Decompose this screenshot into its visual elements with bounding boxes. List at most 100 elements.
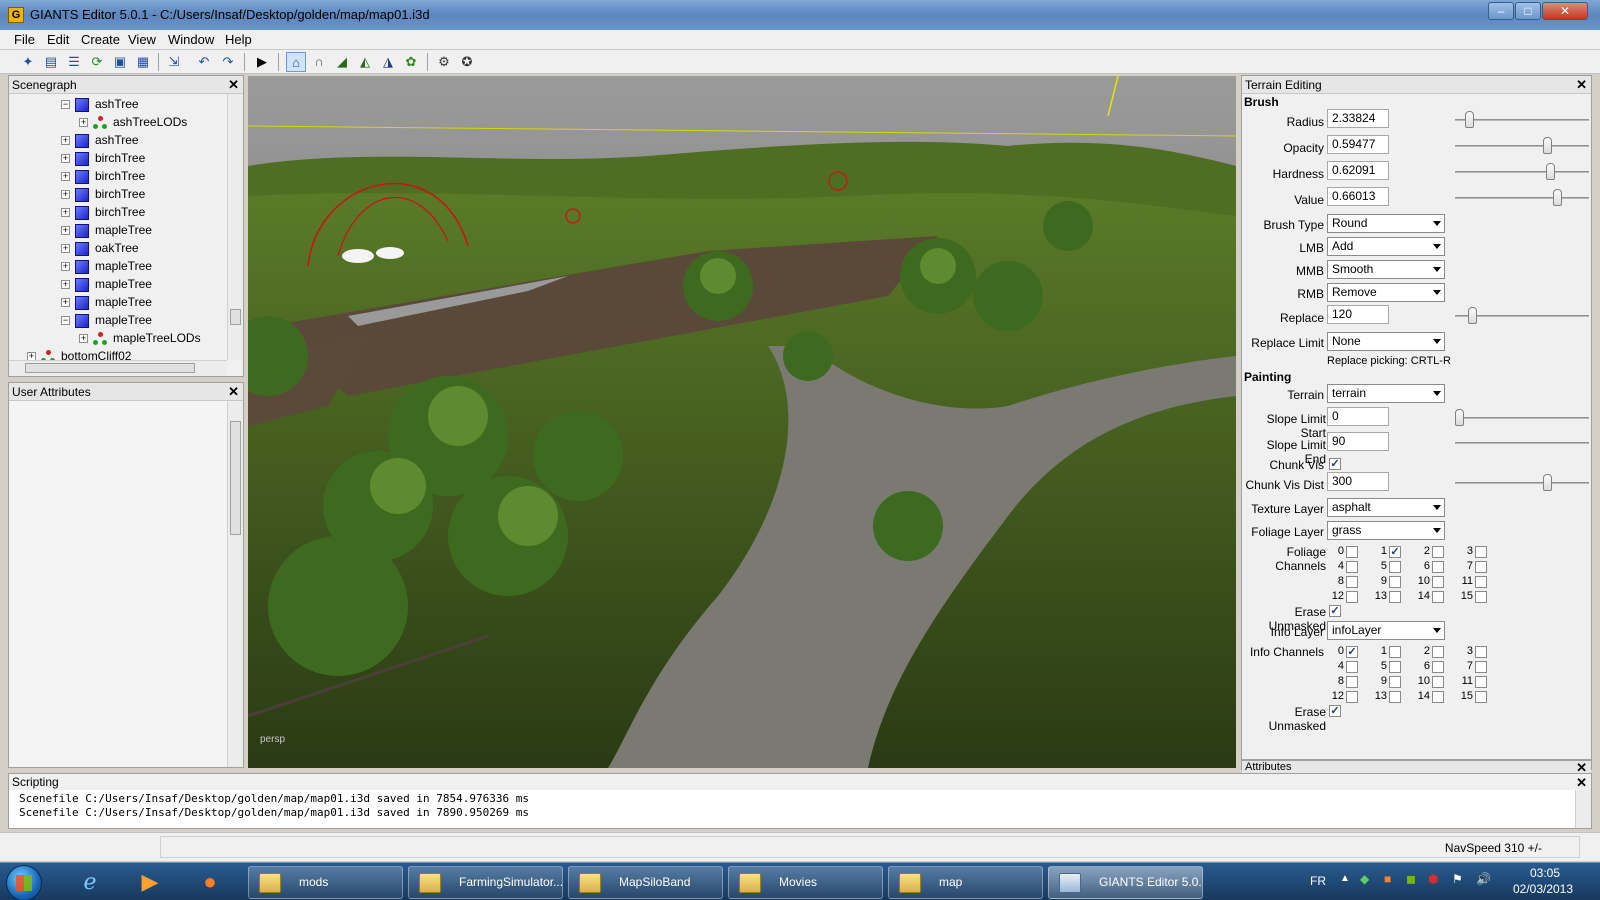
- collapse-icon[interactable]: −: [61, 316, 70, 326]
- 3d-viewport[interactable]: persp: [248, 76, 1236, 768]
- texture-layer-select[interactable]: asphalt: [1327, 498, 1445, 517]
- gear-settings-icon[interactable]: ✪: [457, 52, 477, 72]
- foliage-layer-select[interactable]: grass: [1327, 521, 1445, 540]
- scenegraph-item[interactable]: + birchTree: [61, 149, 145, 167]
- erase-unmasked2-checkbox[interactable]: ✓: [1329, 705, 1341, 717]
- info-channel-checkbox[interactable]: [1389, 661, 1401, 673]
- foliage-channel-checkbox[interactable]: [1432, 546, 1444, 558]
- media-player-icon[interactable]: ▶: [132, 866, 168, 898]
- tray-expand-icon[interactable]: ▲: [1340, 873, 1350, 884]
- antivirus-icon[interactable]: ⬢: [1428, 872, 1438, 886]
- redo-icon[interactable]: ↷: [218, 52, 238, 72]
- slope-end-input[interactable]: 90: [1327, 432, 1389, 451]
- info-channel-checkbox[interactable]: [1432, 691, 1444, 703]
- scenegraph-hscrollbar[interactable]: [9, 360, 227, 376]
- scenegraph-vscrollbar[interactable]: [227, 94, 243, 360]
- firefox-icon[interactable]: ●: [192, 866, 228, 898]
- expand-icon[interactable]: +: [79, 118, 88, 128]
- expand-icon[interactable]: +: [61, 280, 70, 290]
- slope-start-input[interactable]: 0: [1327, 407, 1389, 426]
- value-slider-track[interactable]: [1455, 197, 1589, 199]
- expand-icon[interactable]: +: [61, 172, 70, 182]
- scrollbar-thumb[interactable]: [230, 309, 241, 325]
- scenegraph-item[interactable]: + birchTree: [61, 203, 145, 221]
- menu-window[interactable]: Window: [168, 32, 214, 47]
- slope-end-slider-track[interactable]: [1455, 442, 1589, 444]
- foliage-channel-checkbox[interactable]: [1475, 576, 1487, 588]
- scenegraph-item[interactable]: + ashTreeLODs: [79, 113, 187, 131]
- info-channel-checkbox[interactable]: ✓: [1346, 646, 1358, 658]
- gear-icon[interactable]: ⚙: [434, 52, 454, 72]
- task-mods[interactable]: mods: [248, 866, 403, 899]
- collapse-icon[interactable]: −: [61, 100, 70, 110]
- network-icon[interactable]: ◆: [1360, 872, 1369, 886]
- menu-help[interactable]: Help: [225, 32, 252, 47]
- move-icon[interactable]: ∩: [309, 52, 329, 72]
- clock-date[interactable]: 02/03/2013: [1508, 882, 1578, 896]
- expand-icon[interactable]: +: [61, 136, 70, 146]
- expand-icon[interactable]: +: [61, 262, 70, 272]
- info-channel-checkbox[interactable]: [1432, 661, 1444, 673]
- foliage-channel-checkbox[interactable]: [1475, 546, 1487, 558]
- opacity-slider-track[interactable]: [1455, 145, 1589, 147]
- hardness-input[interactable]: 0.62091: [1327, 161, 1389, 180]
- flag-icon[interactable]: ⚑: [1452, 872, 1463, 886]
- brush-type-select[interactable]: Round: [1327, 214, 1445, 233]
- close-icon[interactable]: ✕: [228, 77, 239, 93]
- scrollbar-thumb[interactable]: [25, 363, 195, 373]
- hardness-slider-thumb[interactable]: [1546, 163, 1556, 180]
- terrain-paint-icon[interactable]: ◭: [355, 52, 375, 72]
- scenegraph-item[interactable]: + mapleTree: [61, 293, 152, 311]
- foliage-channel-checkbox[interactable]: [1346, 546, 1358, 558]
- minimize-button[interactable]: –: [1488, 2, 1514, 20]
- foliage-channel-checkbox[interactable]: [1475, 561, 1487, 573]
- menu-file[interactable]: File: [14, 32, 35, 47]
- scenegraph-item[interactable]: + birchTree: [61, 167, 145, 185]
- scenegraph-item[interactable]: + mapleTree: [61, 257, 152, 275]
- radius-slider-thumb[interactable]: [1465, 111, 1474, 128]
- info-channel-checkbox[interactable]: [1389, 676, 1401, 688]
- chunk-vis-dist-slider-track[interactable]: [1455, 482, 1589, 484]
- close-icon[interactable]: ✕: [1576, 775, 1587, 791]
- task-map[interactable]: map: [888, 866, 1043, 899]
- scenegraph-item[interactable]: + mapleTreeLODs: [79, 329, 201, 347]
- expand-icon[interactable]: +: [79, 334, 88, 344]
- internet-explorer-icon[interactable]: ℯ: [72, 866, 108, 898]
- foliage-channel-checkbox[interactable]: [1389, 591, 1401, 603]
- new-icon[interactable]: ✦: [18, 52, 38, 72]
- tray-app-icon[interactable]: ■: [1384, 872, 1391, 886]
- value-input[interactable]: 0.66013: [1327, 187, 1389, 206]
- task-movies[interactable]: Movies: [728, 866, 883, 899]
- chunk-vis-dist-input[interactable]: 300: [1327, 472, 1389, 491]
- foliage-channel-checkbox[interactable]: [1346, 591, 1358, 603]
- opacity-slider-thumb[interactable]: [1542, 137, 1552, 154]
- expand-icon[interactable]: +: [61, 226, 70, 236]
- foliage-channel-checkbox[interactable]: [1346, 561, 1358, 573]
- info-channel-checkbox[interactable]: [1346, 691, 1358, 703]
- replace-slider-thumb[interactable]: [1467, 307, 1477, 324]
- replace-input[interactable]: 120: [1327, 305, 1389, 324]
- mmb-select[interactable]: Smooth: [1327, 260, 1445, 279]
- list-icon[interactable]: ☰: [64, 52, 84, 72]
- expand-icon[interactable]: +: [61, 298, 70, 308]
- info-channel-checkbox[interactable]: [1475, 691, 1487, 703]
- task-farmingsimulator[interactable]: FarmingSimulator...: [408, 866, 563, 899]
- terrain-sculpt-icon[interactable]: ◢: [332, 52, 352, 72]
- hardness-slider-track[interactable]: [1455, 171, 1589, 173]
- expand-icon[interactable]: +: [61, 154, 70, 164]
- info-channel-checkbox[interactable]: [1346, 676, 1358, 688]
- chunk-vis-dist-slider-thumb[interactable]: [1542, 474, 1552, 491]
- undo-icon[interactable]: ↶: [194, 52, 214, 72]
- info-channel-checkbox[interactable]: [1475, 646, 1487, 658]
- scenegraph-item[interactable]: + oakTree: [61, 239, 139, 257]
- rmb-select[interactable]: Remove: [1327, 283, 1445, 302]
- scenegraph-item[interactable]: + mapleTree: [61, 275, 152, 293]
- info-channel-checkbox[interactable]: [1346, 661, 1358, 673]
- foliage-channel-checkbox[interactable]: [1389, 561, 1401, 573]
- scenegraph-item[interactable]: + birchTree: [61, 185, 145, 203]
- erase-unmasked-checkbox[interactable]: ✓: [1329, 605, 1341, 617]
- import-icon[interactable]: ⇲: [164, 52, 184, 72]
- foliage-channel-checkbox[interactable]: [1346, 576, 1358, 588]
- opacity-input[interactable]: 0.59477: [1327, 135, 1389, 154]
- scripting-vscrollbar[interactable]: [1575, 790, 1591, 828]
